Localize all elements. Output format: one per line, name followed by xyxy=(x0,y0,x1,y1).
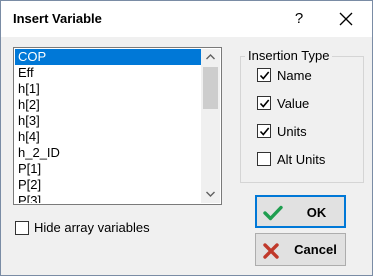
hide-arrays-label[interactable]: Hide array variables xyxy=(34,220,150,235)
scroll-up-button[interactable] xyxy=(201,49,220,66)
list-item-eff[interactable]: Eff xyxy=(15,65,201,81)
help-button[interactable]: ? xyxy=(277,1,321,37)
help-glyph: ? xyxy=(294,10,304,27)
list-item-h1[interactable]: h[1] xyxy=(15,81,201,97)
list-item-cop[interactable]: COP xyxy=(15,49,201,65)
close-button[interactable] xyxy=(321,1,372,37)
insertion-type-title: Insertion Type xyxy=(245,48,333,63)
units-checkbox[interactable] xyxy=(257,124,271,138)
chevron-down-icon xyxy=(206,191,215,197)
scroll-down-button[interactable] xyxy=(201,186,220,203)
name-checkbox[interactable] xyxy=(257,68,271,82)
ok-button[interactable]: OK xyxy=(255,195,346,228)
alt-units-checkbox-label[interactable]: Alt Units xyxy=(277,152,325,167)
checkmark-icon xyxy=(259,99,270,108)
checkmark-icon xyxy=(259,127,270,136)
value-checkbox-label[interactable]: Value xyxy=(277,96,309,111)
x-mark-icon xyxy=(263,243,279,259)
list-item-p3[interactable]: P[3] xyxy=(15,193,201,203)
chevron-up-icon xyxy=(206,54,215,60)
name-checkbox-label[interactable]: Name xyxy=(277,68,312,83)
list-item-p2[interactable]: P[2] xyxy=(15,177,201,193)
hide-arrays-checkbox[interactable] xyxy=(15,221,29,235)
close-icon xyxy=(339,12,353,26)
scroll-thumb[interactable] xyxy=(203,67,218,109)
list-item-p1[interactable]: P[1] xyxy=(15,161,201,177)
vertical-scrollbar[interactable] xyxy=(201,49,220,203)
list-item-h3[interactable]: h[3] xyxy=(15,113,201,129)
variable-listbox[interactable]: COP Eff h[1] h[2] h[3] h[4] h_2_ID P[1] … xyxy=(13,47,222,205)
variable-list[interactable]: COP Eff h[1] h[2] h[3] h[4] h_2_ID P[1] … xyxy=(15,49,201,203)
insert-variable-dialog: Insert Variable ? COP Eff h[1] h[2] h[3]… xyxy=(0,0,373,276)
cancel-button[interactable]: Cancel xyxy=(255,233,346,266)
alt-units-checkbox[interactable] xyxy=(257,152,271,166)
window-title: Insert Variable xyxy=(13,11,102,26)
ok-button-label: OK xyxy=(306,205,327,220)
list-item-h2[interactable]: h[2] xyxy=(15,97,201,113)
checkmark-icon xyxy=(259,71,270,80)
checkmark-icon xyxy=(263,205,283,221)
value-checkbox[interactable] xyxy=(257,96,271,110)
cancel-button-label: Cancel xyxy=(294,242,337,257)
list-item-h4[interactable]: h[4] xyxy=(15,129,201,145)
title-bar: Insert Variable ? xyxy=(1,1,372,37)
list-item-h-2-id[interactable]: h_2_ID xyxy=(15,145,201,161)
units-checkbox-label[interactable]: Units xyxy=(277,124,307,139)
